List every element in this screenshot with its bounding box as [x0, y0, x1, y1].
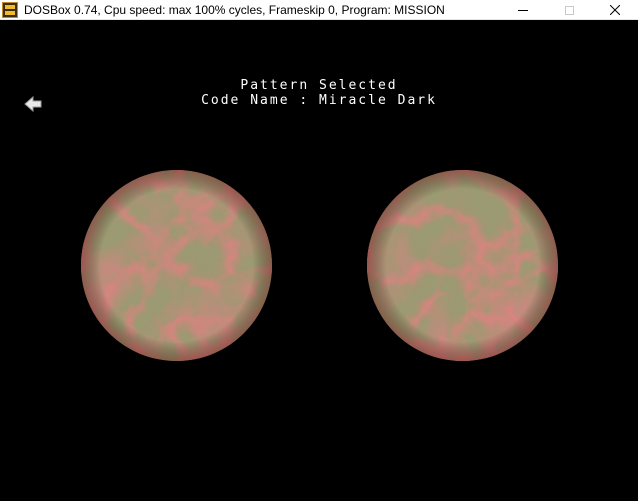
pattern-preview-left	[81, 170, 272, 361]
maximize-icon[interactable]	[546, 0, 592, 20]
title-bar[interactable]: DOSBox 0.74, Cpu speed: max 100% cycles,…	[0, 0, 638, 20]
window-controls	[500, 0, 638, 20]
game-screen[interactable]: Pattern Selected Code Name : Miracle Dar…	[0, 20, 638, 501]
minimize-icon[interactable]	[500, 0, 546, 20]
dosbox-window: DOSBox 0.74, Cpu speed: max 100% cycles,…	[0, 0, 638, 501]
pattern-preview-right	[367, 170, 558, 361]
window-title: DOSBox 0.74, Cpu speed: max 100% cycles,…	[24, 2, 445, 17]
dosbox-icon[interactable]	[2, 1, 18, 18]
code-name-heading: Code Name : Miracle Dark	[201, 93, 437, 108]
pattern-selected-heading: Pattern Selected	[240, 78, 398, 93]
close-icon[interactable]	[592, 0, 638, 20]
